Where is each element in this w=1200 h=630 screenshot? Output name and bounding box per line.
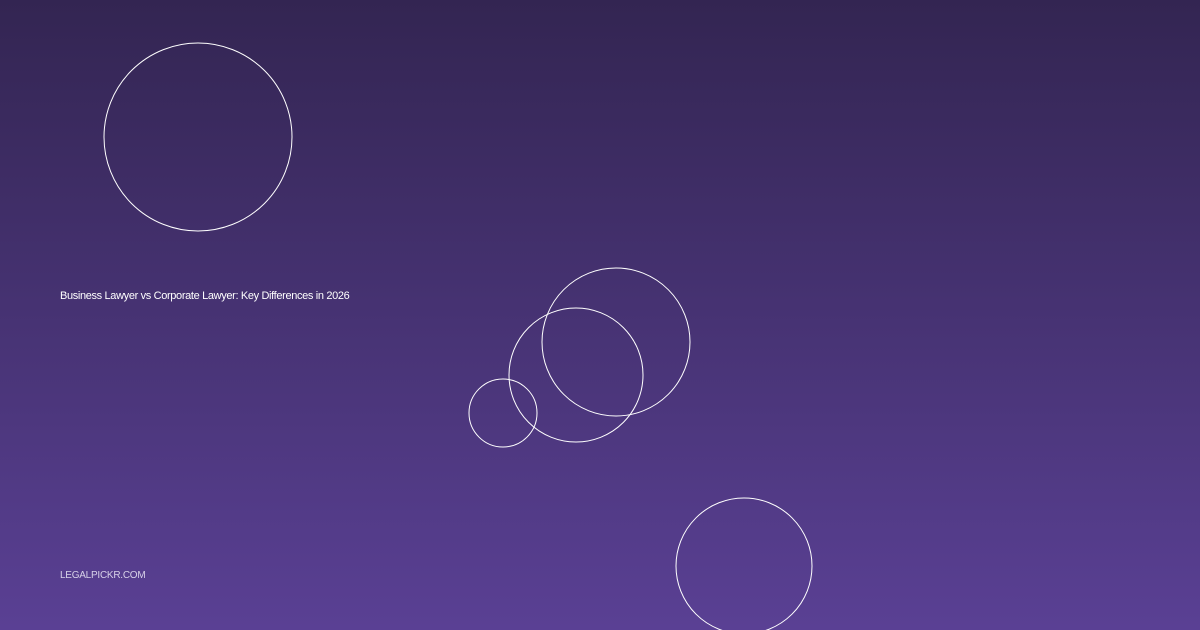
decorative-background xyxy=(0,0,1200,630)
gradient-backdrop xyxy=(0,0,1200,630)
article-title: Business Lawyer vs Corporate Lawyer: Key… xyxy=(60,290,350,302)
site-name: LEGALPICKR.COM xyxy=(60,570,146,581)
social-preview-card: Business Lawyer vs Corporate Lawyer: Key… xyxy=(0,0,1200,630)
